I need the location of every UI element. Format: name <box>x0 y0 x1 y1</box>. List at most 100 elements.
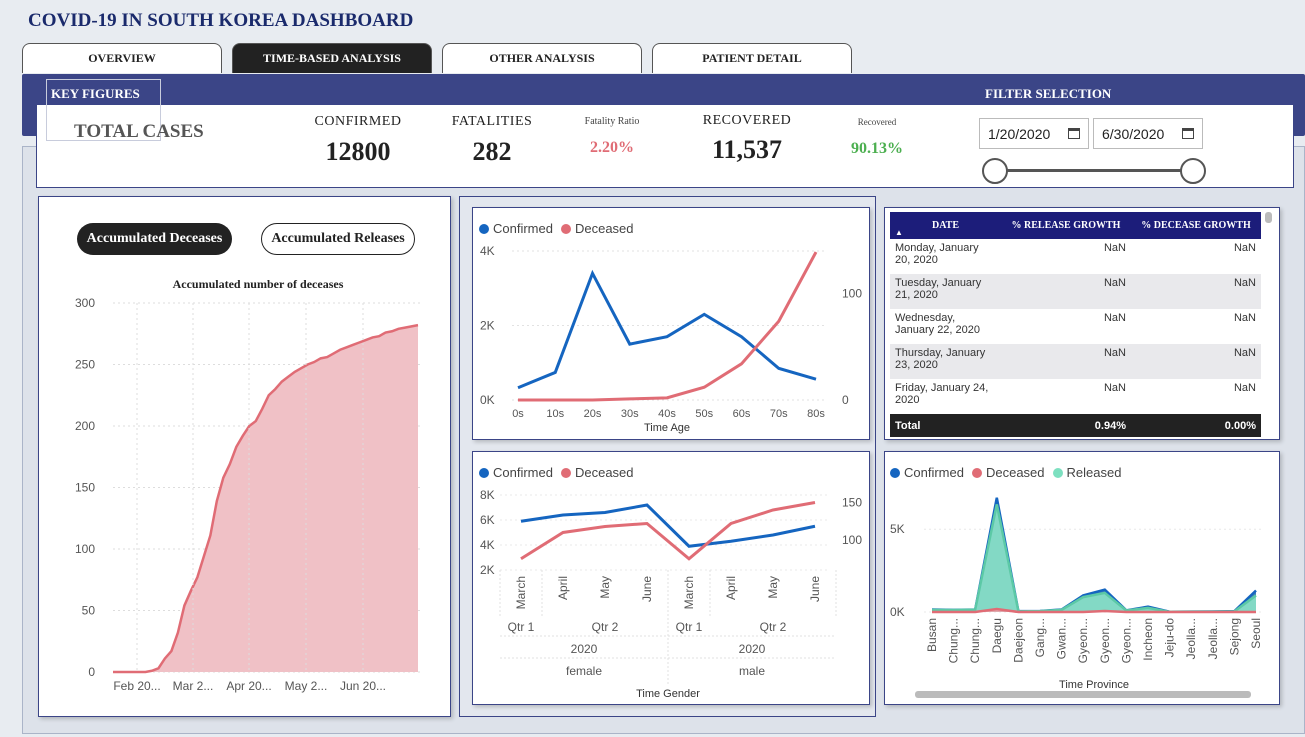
sort-ascending-icon[interactable]: ▲ <box>895 228 903 237</box>
x-tick-label: Gyeon... <box>1119 618 1133 663</box>
x-tick-label-month: March <box>682 576 696 609</box>
row-decease-growth: NaN <box>1131 344 1261 379</box>
row-release-growth: NaN <box>1001 274 1131 309</box>
y-tick-label-left: 2K <box>480 319 495 333</box>
date-slider-end-handle[interactable] <box>1180 158 1206 184</box>
x-tick-label: Jeju-do <box>1163 618 1177 658</box>
fatalities-value: 282 <box>472 137 512 166</box>
row-date: Friday, January 24, 2020 <box>895 382 989 406</box>
calendar-icon[interactable] <box>1182 128 1194 139</box>
province-chart: 0K 5K Busan Chung... Chung... Daegu Daejeon Gan… <box>890 497 1264 691</box>
x-tick-label-month: May <box>598 576 612 599</box>
table-row[interactable]: Wednesday, January 22, 2020 NaN NaN <box>890 309 1261 344</box>
x-axis-label: Time Province <box>1059 679 1129 691</box>
x-tick-label: 40s <box>658 408 676 420</box>
y-tick-label: 300 <box>75 296 95 310</box>
x-tick-label-quarter: Qtr 1 <box>508 620 535 634</box>
start-date-input[interactable]: 1/20/2020 <box>979 118 1089 149</box>
x-tick-label: Busan <box>925 618 939 652</box>
tab-time-based-analysis[interactable]: TIME-BASED ANALYSIS <box>232 43 432 73</box>
legend-dot-confirmed <box>890 467 900 478</box>
row-release-growth: NaN <box>1103 312 1126 324</box>
x-tick-label: May 2... <box>285 679 328 693</box>
legend-released: Released <box>1066 465 1122 480</box>
table-row[interactable]: Tuesday, January 21, 2020 NaN NaN <box>890 274 1261 309</box>
x-tick-label: Gwan... <box>1055 618 1069 659</box>
legend-dot-released <box>1052 467 1063 478</box>
row-release-growth: NaN <box>1103 242 1126 254</box>
x-tick-label: Apr 20... <box>226 679 271 693</box>
x-tick-label: Daegu <box>990 618 1004 653</box>
x-tick-label: 70s <box>770 408 788 420</box>
gender-chart: 2K 4K 6K 8K 100 150 March April May June March Apri… <box>480 488 862 700</box>
table-row[interactable]: Thursday, January 23, 2020 NaN NaN <box>890 344 1261 379</box>
row-release-growth: NaN <box>1103 382 1126 394</box>
legend-dot-deceased <box>560 467 571 478</box>
total-release-growth: 0.94% <box>1001 414 1131 437</box>
legend-deceased: Deceased <box>985 465 1045 480</box>
x-tick-label: Gyeon... <box>1098 618 1112 663</box>
y-tick-label-right: 0 <box>842 393 849 407</box>
x-tick-label: Jeolla... <box>1206 618 1220 659</box>
x-tick-label: Jeolla... <box>1184 618 1198 659</box>
x-tick-label: Feb 20... <box>113 679 160 693</box>
y-tick-label: 5K <box>890 522 905 536</box>
x-tick-label-year: 2020 <box>571 642 598 656</box>
x-tick-label: Seoul <box>1249 618 1263 649</box>
growth-table: DATE ▲ % RELEASE GROWTH % DECEASE GROWTH … <box>890 212 1261 437</box>
row-release-growth: NaN <box>1001 344 1131 379</box>
x-tick-label-quarter: Qtr 2 <box>592 620 619 634</box>
column-header-release-growth[interactable]: % RELEASE GROWTH <box>1001 212 1131 239</box>
x-tick-label: Daejeon <box>1011 618 1025 663</box>
total-decease-growth: 0.00% <box>1131 414 1261 437</box>
province-chart-scrollbar[interactable] <box>915 691 1251 698</box>
end-date-input[interactable]: 6/30/2020 <box>1093 118 1203 149</box>
column-header-decease-growth[interactable]: % DECEASE GROWTH <box>1131 212 1261 239</box>
x-tick-label-month: June <box>808 576 822 602</box>
date-slider-start-handle[interactable] <box>982 158 1008 184</box>
x-tick-label: Incheon <box>1141 618 1155 661</box>
tab-overview[interactable]: OVERVIEW <box>22 43 222 73</box>
x-tick-label: 0s <box>512 408 524 420</box>
date-slider-track[interactable] <box>995 169 1193 172</box>
x-tick-label-quarter: Qtr 1 <box>676 620 703 634</box>
x-tick-label-quarter: Qtr 2 <box>760 620 787 634</box>
growth-table-wrap: DATE ▲ % RELEASE GROWTH % DECEASE GROWTH … <box>890 212 1261 437</box>
accumulated-releases-button[interactable]: Accumulated Releases <box>261 223 415 255</box>
y-tick-label: 0 <box>88 665 95 679</box>
table-row[interactable]: Monday, January 20, 2020 NaN NaN <box>890 239 1261 274</box>
x-tick-label: Jun 20... <box>340 679 386 693</box>
table-scrollbar[interactable] <box>1265 212 1272 223</box>
tab-other-analysis[interactable]: OTHER ANALYSIS <box>442 43 642 73</box>
x-tick-label: Gyeon... <box>1076 618 1090 663</box>
row-date: Monday, January 20, 2020 <box>895 242 979 266</box>
y-tick-label-left: 6K <box>480 513 495 527</box>
y-tick-label: 50 <box>82 604 96 618</box>
calendar-icon[interactable] <box>1068 128 1080 139</box>
x-tick-label: Sejong <box>1227 618 1241 655</box>
y-tick-label: 150 <box>75 481 95 495</box>
legend-dot-confirmed <box>479 223 489 234</box>
y-tick-label: 250 <box>75 358 95 372</box>
row-date: Wednesday, January 22, 2020 <box>895 312 981 336</box>
dashboard-title: COVID-19 IN SOUTH KOREA DASHBOARD <box>28 10 414 31</box>
column-header-date[interactable]: DATE ▲ <box>890 212 1001 239</box>
legend-confirmed: Confirmed <box>493 465 553 480</box>
age-chart-legend: Confirmed Deceased <box>479 221 634 236</box>
recovered-ratio-label: Recovered <box>857 117 897 127</box>
legend-dot-confirmed <box>479 467 489 478</box>
table-row[interactable]: Friday, January 24, 2020 NaN NaN <box>890 379 1261 414</box>
x-tick-label: 10s <box>546 408 564 420</box>
accumulated-deceases-button[interactable]: Accumulated Deceases <box>77 223 232 255</box>
accumulated-deceases-chart: 0 50 100 150 200 250 300 Feb 20... Mar 2... Apr 2… <box>75 296 423 693</box>
row-decease-growth: NaN <box>1131 274 1261 309</box>
legend-deceased: Deceased <box>574 465 634 480</box>
tab-patient-detail[interactable]: PATIENT DETAIL <box>652 43 852 73</box>
x-tick-label-month: April <box>724 576 738 600</box>
recovered-value: 11,537 <box>711 135 783 164</box>
y-tick-label-left: 2K <box>480 563 495 577</box>
y-tick-label-right: 150 <box>842 496 862 510</box>
x-tick-label: 80s <box>807 408 825 420</box>
legend-dot-deceased <box>971 467 982 478</box>
deceases-area <box>113 325 418 672</box>
